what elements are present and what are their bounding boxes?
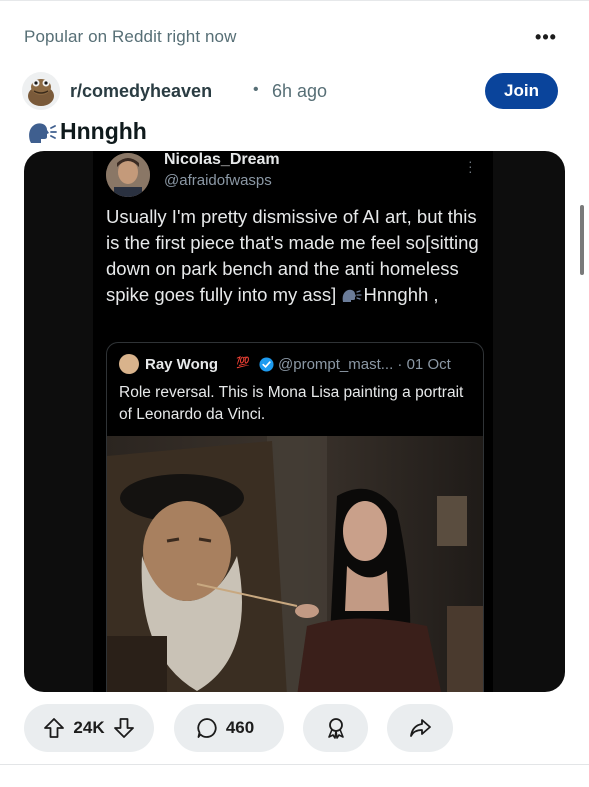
share-arrow-icon: [410, 719, 431, 737]
award-ribbon-icon: [327, 718, 344, 739]
tweet-menu-icon: · · ·: [468, 153, 473, 179]
reddit-feed-page: Popular on Reddit right now ••• r/comedy…: [0, 0, 589, 787]
tweet-author-handle: @afraidofwasps: [164, 172, 272, 189]
post-title-link[interactable]: Hnnghh: [26, 118, 147, 145]
frog-avatar-icon: [22, 72, 60, 110]
post-header: r/comedyheaven • 6h ago Join: [22, 72, 562, 112]
share-button[interactable]: [387, 704, 453, 752]
subreddit-name-link[interactable]: r/comedyheaven: [70, 81, 212, 102]
vote-control: 24K: [24, 704, 154, 752]
top-divider: [0, 0, 589, 1]
speaking-head-icon: [29, 122, 57, 143]
person-avatar-icon: [106, 153, 150, 197]
section-title: Popular on Reddit right now: [24, 27, 237, 46]
tweet-text-tail: Hnnghh ,: [363, 284, 439, 305]
tweet-author-avatar: [106, 153, 150, 197]
post-title-text: Hnnghh: [60, 118, 147, 144]
vote-count: 24K: [73, 718, 105, 737]
quote-text: Role reversal. This is Mona Lisa paintin…: [119, 384, 464, 423]
post-time: 6h ago: [272, 81, 328, 101]
painting-image: [107, 436, 483, 692]
award-button[interactable]: [303, 704, 368, 752]
join-button[interactable]: Join: [485, 73, 558, 109]
speaking-head-icon: [343, 289, 363, 302]
comments-button[interactable]: 460: [174, 704, 284, 752]
post-actions-bar: 24K 460: [24, 704, 564, 752]
comment-bubble-icon: [197, 718, 217, 738]
post-media-image[interactable]: Nicolas_Dream @afraidofwasps · · · Usually…: [24, 151, 565, 692]
bottom-divider: [0, 764, 589, 765]
comment-count: 460: [225, 718, 255, 737]
scrollbar-thumb[interactable]: [580, 205, 584, 275]
tweet-text: Usually I'm pretty dismissive of AI art,…: [106, 204, 491, 308]
upvote-arrow-icon[interactable]: [43, 717, 65, 739]
subreddit-avatar[interactable]: [22, 72, 60, 110]
quoted-tweet: Ray Wong 💯 @prompt_mast... · 01 Oct Role…: [106, 342, 484, 692]
hundred-emoji: 💯: [236, 357, 250, 369]
quote-author-name: Ray Wong: [145, 356, 219, 373]
tweet-author-name: Nicolas_Dream: [164, 151, 280, 168]
meta-separator: •: [253, 81, 259, 98]
more-dots-icon: •••: [535, 26, 557, 47]
downvote-arrow-icon[interactable]: [113, 717, 135, 739]
verified-badge-icon: [259, 357, 274, 372]
quote-author-avatar: [119, 354, 139, 374]
more-options-button[interactable]: •••: [534, 26, 558, 48]
quote-handle-date: @prompt_mast... · 01 Oct: [278, 356, 451, 373]
